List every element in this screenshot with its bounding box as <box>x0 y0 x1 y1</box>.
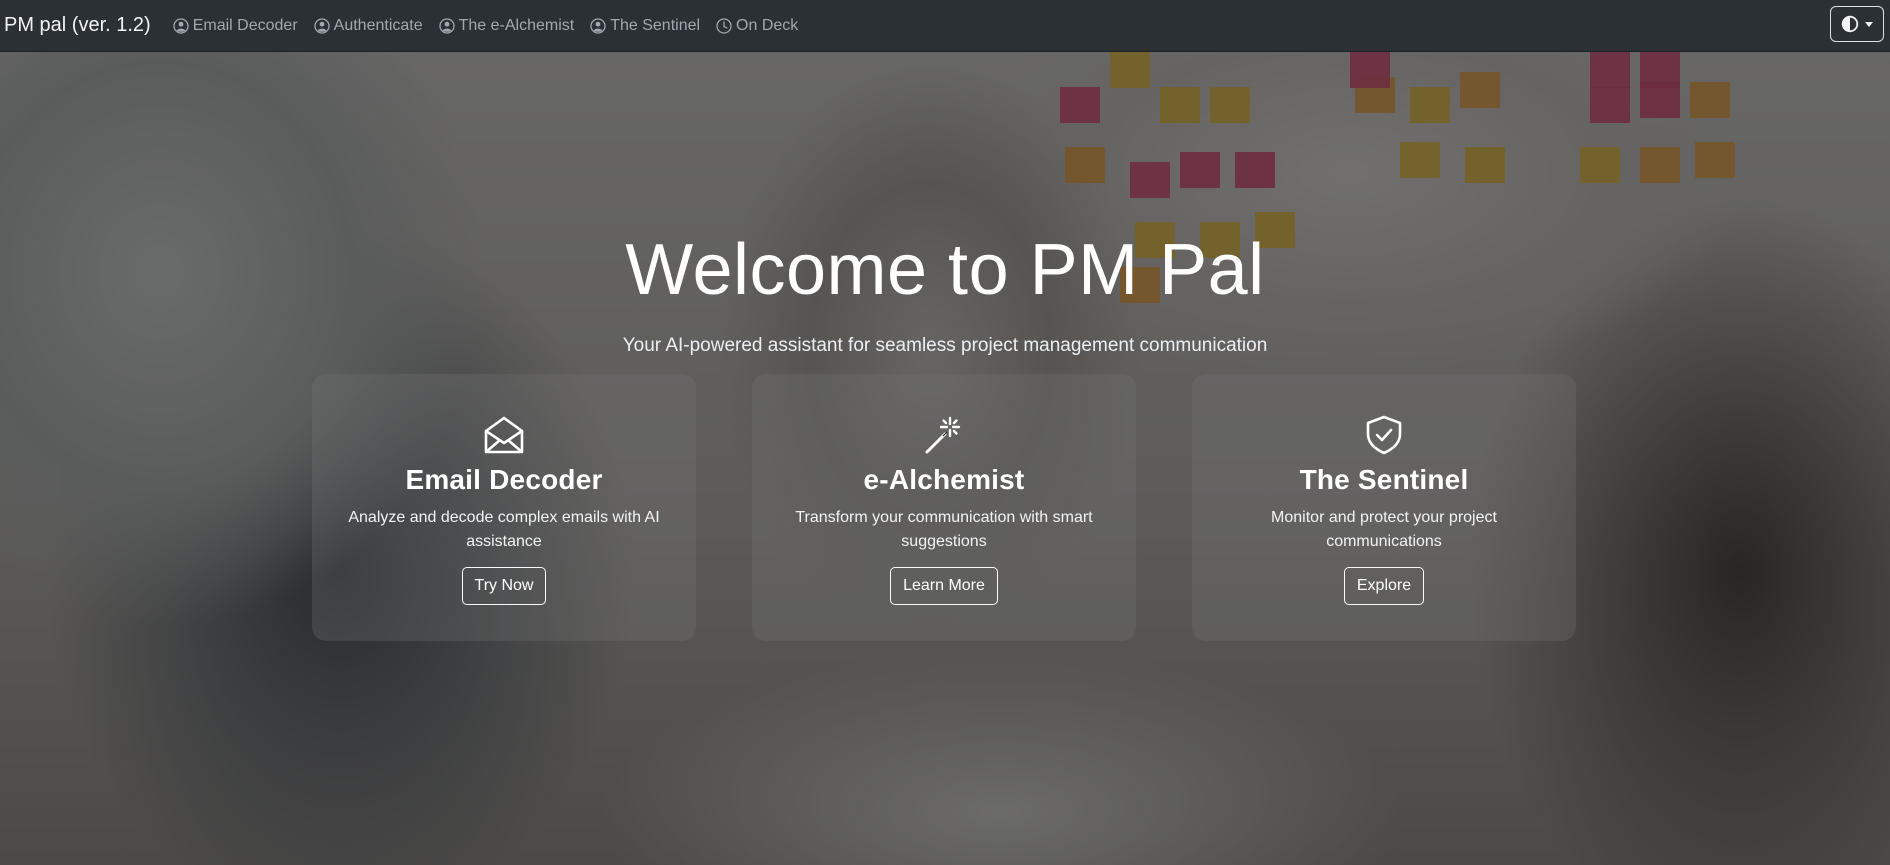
user-circle-icon <box>438 17 455 34</box>
shield-check-icon <box>1366 415 1402 455</box>
nav-link-label: The e-Alchemist <box>458 16 575 34</box>
clock-icon <box>716 17 732 34</box>
card-description: Monitor and protect your project communi… <box>1271 509 1497 550</box>
hero-subtitle: Your AI-powered assistant for seamless p… <box>622 335 1268 356</box>
nav-link-email-decoder[interactable]: Email Decoder <box>173 17 298 35</box>
learn-more-button[interactable]: Learn More <box>890 567 998 605</box>
magic-wand-icon <box>925 416 961 454</box>
card-title: e-Alchemist <box>863 464 1025 495</box>
feature-card-email-decoder: Email Decoder Analyze and decode complex… <box>312 374 696 641</box>
nav-link-label: Authenticate <box>333 16 423 34</box>
nav-link-on-deck[interactable]: On Deck <box>716 17 798 35</box>
nav-link-label: On Deck <box>736 16 799 34</box>
user-circle-icon <box>314 17 330 34</box>
nav-link-authenticate[interactable]: Authenticate <box>314 17 423 35</box>
hero-title: Welcome to PM Pal <box>625 230 1265 310</box>
card-title: The Sentinel <box>1299 464 1469 495</box>
card-title: Email Decoder <box>405 464 603 495</box>
card-description: Transform your communication with smart … <box>795 509 1093 550</box>
envelope-open-icon <box>484 416 524 454</box>
user-circle-icon <box>590 17 606 34</box>
feature-card-the-sentinel: The Sentinel Monitor and protect your pr… <box>1192 374 1576 641</box>
explore-button[interactable]: Explore <box>1343 567 1425 605</box>
brand-title[interactable]: PM pal (ver. 1.2) <box>4 14 151 37</box>
chevron-down-icon <box>1865 21 1873 27</box>
card-description: Analyze and decode complex emails with A… <box>348 509 660 550</box>
feature-card-e-alchemist: e-Alchemist Transform your communication… <box>752 374 1136 641</box>
nav-link-e-alchemist[interactable]: The e-Alchemist <box>438 16 575 35</box>
nav-link-label: Email Decoder <box>192 16 298 34</box>
nav-link-the-sentinel[interactable]: The Sentinel <box>590 17 700 35</box>
nav-link-label: The Sentinel <box>610 16 701 34</box>
theme-toggle-button[interactable] <box>1830 6 1884 42</box>
top-navbar: PM pal (ver. 1.2) Email Decoder Authenti… <box>0 0 1890 52</box>
contrast-half-circle-icon <box>1841 15 1859 33</box>
try-now-button[interactable]: Try Now <box>461 567 547 605</box>
user-circle-icon <box>173 17 189 34</box>
